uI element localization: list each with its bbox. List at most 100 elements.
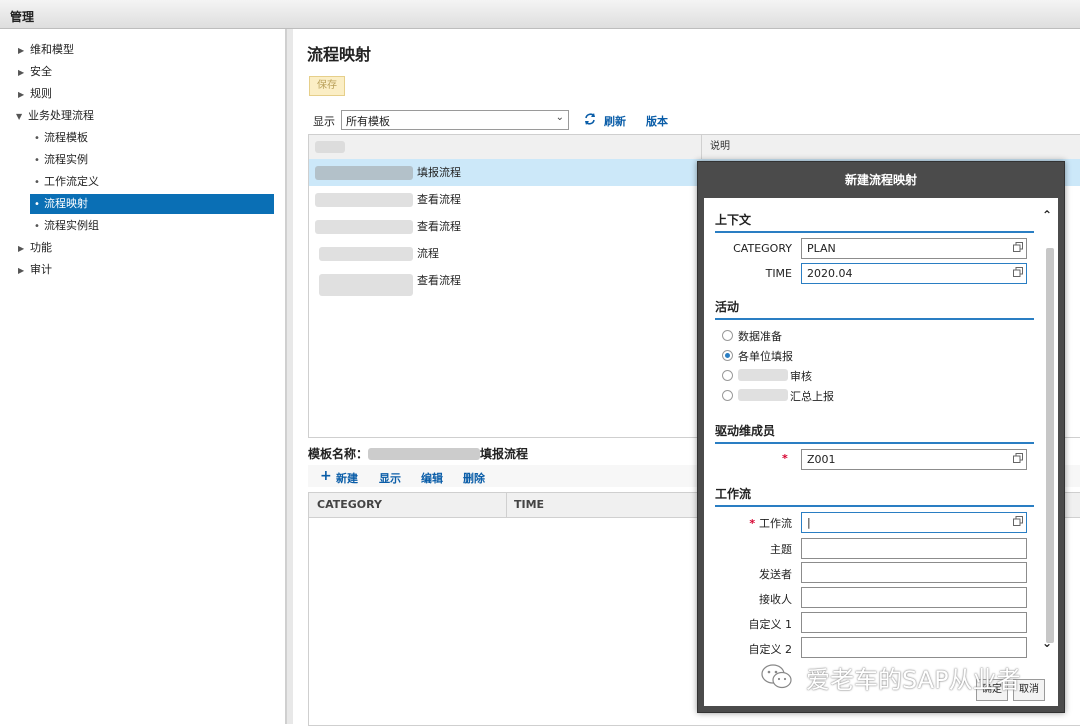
tree-item-label: 流程实例组 [44,219,99,232]
tree-item-business-process[interactable]: ▼ 业务处理流程 [16,106,94,126]
column-header-time[interactable]: TIME [514,493,544,517]
redacted-text [315,220,413,234]
tree-item-process-mapping[interactable]: • 流程映射 [30,194,274,214]
workflow-label-text: 工作流 [759,517,792,530]
dialog-title[interactable]: 新建流程映射 [698,162,1064,198]
sub-section-title: 模板名称： 填报流程 [308,445,528,462]
tree-item-features[interactable]: ▶ 功能 [18,238,52,258]
version-link[interactable]: 版本 [646,113,668,129]
value-help-icon[interactable] [1013,453,1023,463]
activity-radio-review[interactable] [722,370,733,381]
tree-item-label: 流程映射 [44,197,88,210]
plus-icon[interactable]: + [320,468,332,484]
required-marker: * [749,517,759,530]
template-filter-select[interactable]: 所有模板 ⌄ [341,110,569,130]
time-value: 2020.04 [807,267,853,280]
time-field[interactable]: 2020.04 [801,263,1027,284]
sender-field[interactable] [801,562,1027,583]
activity-label: 汇总上报 [790,390,834,403]
template-name-cell: 流程 [417,247,439,260]
template-filter-value: 所有模板 [346,115,390,128]
expand-arrow-icon[interactable]: ▶ [18,85,30,105]
template-name-cell: 查看流程 [417,274,461,287]
tree-item-label: 业务处理流程 [28,109,94,122]
refresh-link[interactable]: 刷新 [604,113,626,129]
custom2-label: 自定义 2 [748,643,793,656]
new-button[interactable]: 新建 [336,470,358,486]
section-divider [715,442,1034,444]
save-button[interactable]: 保存 [309,76,345,96]
activity-label: 数据准备 [738,330,782,343]
display-label: 显示 [313,115,335,128]
chevron-down-icon: ⌄ [555,112,564,123]
template-name-cell: 查看流程 [417,220,461,233]
bullet-icon: • [34,177,40,188]
value-help-icon[interactable] [1013,242,1023,252]
redacted-text [319,274,413,296]
section-divider [715,231,1034,233]
workflow-label: * 工作流 [712,515,792,531]
context-section-title: 上下文 [715,213,752,227]
activity-section-title: 活动 [715,300,740,314]
collapse-arrow-icon[interactable]: ▼ [16,107,28,127]
show-button[interactable]: 显示 [379,470,401,486]
delete-button[interactable]: 删除 [463,470,485,486]
tree-item-process-template[interactable]: • 流程模板 [34,128,88,148]
custom1-field[interactable] [801,612,1027,633]
column-header-category[interactable]: CATEGORY [317,493,382,517]
page-title: 流程映射 [307,45,372,64]
tree-item-label: 规则 [30,87,52,100]
activity-radio-summary[interactable] [722,390,733,401]
expand-arrow-icon[interactable]: ▶ [18,239,30,259]
workflow-section-title: 工作流 [715,487,752,501]
scrollbar[interactable] [1046,248,1054,643]
category-label: CATEGORY [733,242,792,255]
edit-button[interactable]: 编辑 [421,470,443,486]
section-divider [715,505,1034,507]
tree-item-workflow-definition[interactable]: • 工作流定义 [34,172,99,192]
value-help-icon[interactable] [1013,267,1023,277]
receiver-field[interactable] [801,587,1027,608]
tree-item-audit[interactable]: ▶ 审计 [18,260,52,280]
tree-item-label: 维和模型 [30,43,74,56]
tree-item-rules[interactable]: ▶ 规则 [18,84,52,104]
custom1-label: 自定义 1 [748,618,793,631]
workflow-value: | [807,516,811,529]
workflow-field[interactable]: | [801,512,1027,533]
column-divider[interactable] [506,493,507,517]
tree-item-label: 工作流定义 [44,175,99,188]
tree-item-process-instance[interactable]: • 流程实例 [34,150,88,170]
sender-label: 发送者 [759,568,792,581]
column-header-description[interactable]: 说明 [701,135,730,159]
tree-item-process-instance-group[interactable]: • 流程实例组 [34,216,99,236]
tree-item-dimension-model[interactable]: ▶ 维和模型 [18,40,74,60]
redacted-text [315,193,413,207]
required-marker: * [782,452,788,465]
expand-arrow-icon[interactable]: ▶ [18,261,30,281]
bullet-icon: • [34,199,40,210]
tree-item-security[interactable]: ▶ 安全 [18,62,52,82]
expand-arrow-icon[interactable]: ▶ [18,41,30,61]
redacted-text [315,166,413,180]
redacted-text [738,369,788,381]
category-field[interactable]: PLAN [801,238,1027,259]
driver-member-field[interactable]: Z001 [801,449,1027,470]
template-name-label: 模板名称： [308,447,369,461]
bullet-icon: • [34,133,40,144]
custom2-field[interactable] [801,637,1027,658]
redacted-text [738,389,788,401]
subject-field[interactable] [801,538,1027,559]
receiver-label: 接收人 [759,593,792,606]
refresh-icon[interactable] [583,112,597,126]
expand-arrow-icon[interactable]: ▶ [18,63,30,83]
redacted-text [319,247,413,261]
new-mapping-dialog: 新建流程映射 ⌃ ⌄ 上下文 CATEGORY PLAN TIME 2020.0… [697,161,1065,713]
activity-radio-data-prep[interactable] [722,330,733,341]
tree-item-label: 安全 [30,65,52,78]
chevron-up-icon[interactable]: ⌃ [1042,208,1052,222]
activity-radio-unit-report[interactable] [722,350,733,361]
subject-label: 主题 [770,543,792,556]
value-help-icon[interactable] [1013,516,1023,526]
chevron-down-icon[interactable]: ⌄ [1042,636,1052,650]
activity-label: 审核 [790,370,812,383]
